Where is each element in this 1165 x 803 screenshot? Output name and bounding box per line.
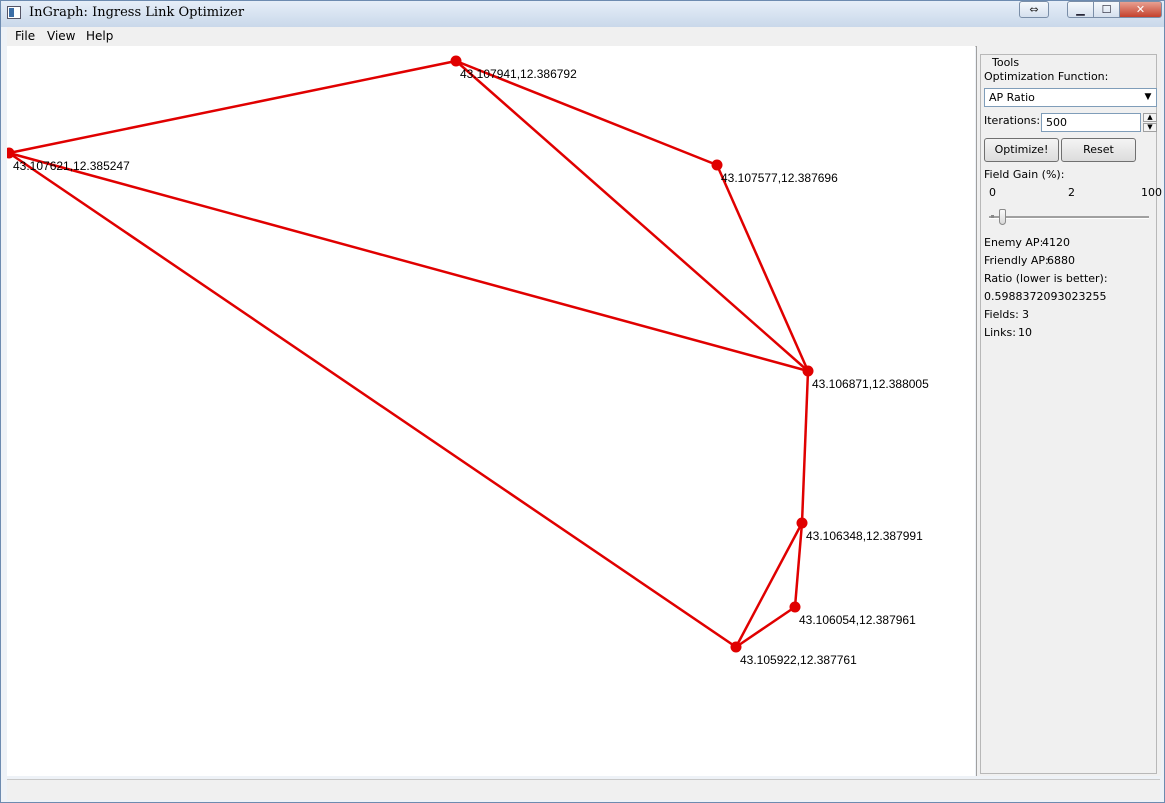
slider-current-label: 2 <box>1068 186 1075 199</box>
friendly-ap-label: Friendly AP: <box>984 254 1049 267</box>
fields-label: Fields: <box>984 308 1019 321</box>
portal-label-4: 43.106348,12.387991 <box>806 529 923 543</box>
portal-node-6[interactable] <box>730 641 742 653</box>
spin-up-icon[interactable]: ▲ <box>1143 113 1157 122</box>
link-line-7 <box>734 522 804 648</box>
links-label: Links: <box>984 326 1016 339</box>
portal-node-2[interactable] <box>711 159 723 171</box>
menu-file[interactable]: File <box>15 29 35 43</box>
portal-label-5: 43.106054,12.387961 <box>799 613 916 627</box>
link-line-2 <box>455 60 809 372</box>
field-gain-slider-handle[interactable] <box>999 209 1006 225</box>
iterations-input[interactable]: 500 <box>1041 113 1141 132</box>
maximize-button[interactable]: ☐ <box>1093 1 1120 18</box>
slider-max-label: 100 <box>1141 186 1162 199</box>
opt-function-value: AP Ratio <box>989 91 1035 104</box>
link-line-6 <box>800 370 810 524</box>
opt-function-select[interactable]: AP Ratio ▼ <box>984 88 1157 107</box>
link-line-3 <box>715 164 810 372</box>
link-line-4 <box>8 151 809 373</box>
app-window: InGraph: Ingress Link Optimizer ⇔ ▁ ☐ ✕ … <box>0 0 1165 803</box>
slider-min-label: 0 <box>989 186 996 199</box>
portal-node-5[interactable] <box>789 601 801 613</box>
title-bar[interactable]: InGraph: Ingress Link Optimizer ⇔ ▁ ☐ ✕ <box>1 1 1164 27</box>
tools-panel: Tools Optimization Function: AP Ratio ▼ … <box>976 46 1162 776</box>
portal-label-0: 43.107941,12.386792 <box>460 67 577 81</box>
close-button[interactable]: ✕ <box>1119 1 1162 18</box>
enemy-ap-label: Enemy AP: <box>984 236 1044 249</box>
slider-tick <box>991 215 994 218</box>
spin-down-icon[interactable]: ▼ <box>1143 123 1157 132</box>
enemy-ap-value: 4120 <box>1042 236 1070 249</box>
opt-function-label: Optimization Function: <box>984 70 1109 83</box>
portal-label-6: 43.105922,12.387761 <box>740 653 857 667</box>
field-gain-slider[interactable] <box>989 216 1149 219</box>
menu-bar: File View Help <box>7 27 1160 47</box>
portal-label-1: 43.107621,12.385247 <box>13 159 130 173</box>
link-line-5 <box>8 151 737 649</box>
tools-group-title: Tools <box>990 56 1022 69</box>
portal-label-3: 43.106871,12.388005 <box>812 377 929 391</box>
menu-view[interactable]: View <box>47 29 75 43</box>
optimize-button[interactable]: Optimize! <box>984 138 1059 162</box>
link-line-9 <box>735 605 796 649</box>
reset-button[interactable]: Reset <box>1061 138 1136 162</box>
portal-node-4[interactable] <box>796 517 808 529</box>
portal-node-3[interactable] <box>802 365 814 377</box>
ratio-value: 0.5988372093023255 <box>984 290 1107 303</box>
chevron-down-icon[interactable]: ▼ <box>1141 90 1155 105</box>
portal-label-2: 43.107577,12.387696 <box>721 171 838 185</box>
links-value: 10 <box>1018 326 1032 339</box>
map-canvas[interactable]: 43.107941,12.386792 43.107621,12.385247 43… <box>7 46 975 776</box>
link-line-0 <box>8 59 457 155</box>
status-bar <box>7 779 1160 800</box>
swap-icon[interactable]: ⇔ <box>1019 1 1049 18</box>
window-title: InGraph: Ingress Link Optimizer <box>29 5 245 20</box>
fields-value: 3 <box>1022 308 1029 321</box>
tools-groupbox: Tools <box>980 54 1157 774</box>
app-icon <box>7 6 21 19</box>
ratio-label: Ratio (lower is better): <box>984 272 1108 285</box>
link-graph[interactable]: 43.107941,12.386792 43.107621,12.385247 43… <box>7 46 975 776</box>
field-gain-label: Field Gain (%): <box>984 168 1065 181</box>
friendly-ap-value: 6880 <box>1047 254 1075 267</box>
menu-help[interactable]: Help <box>86 29 113 43</box>
minimize-button[interactable]: ▁ <box>1067 1 1094 18</box>
portal-node-0[interactable] <box>450 55 462 67</box>
iterations-label: Iterations: <box>984 114 1041 127</box>
